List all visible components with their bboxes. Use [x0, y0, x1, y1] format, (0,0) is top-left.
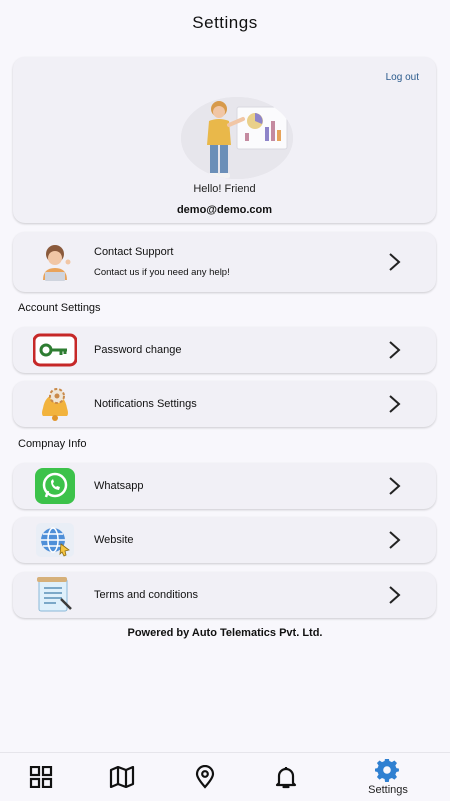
notifications-settings-item[interactable]: Notifications Settings — [13, 381, 436, 427]
whatsapp-icon — [33, 468, 77, 504]
company-info-heading: Compnay Info — [18, 438, 87, 450]
powered-by-text: Powered by Auto Telematics Pvt. Ltd. — [127, 627, 323, 639]
profile-illustration — [181, 97, 293, 179]
map-icon — [109, 766, 135, 788]
user-email: demo@demo.com — [176, 204, 273, 216]
nav-location[interactable] — [191, 753, 219, 801]
grid-icon — [29, 766, 53, 788]
whatsapp-item[interactable]: Whatsapp — [13, 463, 436, 509]
support-person-icon — [33, 244, 77, 281]
nav-dashboard[interactable] — [27, 753, 55, 801]
website-label: Website — [94, 534, 134, 546]
contact-support-item[interactable]: Contact Support Contact us if you need a… — [13, 232, 436, 292]
bottom-nav: Settings — [0, 752, 450, 801]
logout-link[interactable]: Log out — [386, 72, 419, 83]
nav-settings[interactable]: Settings — [360, 753, 416, 801]
key-icon — [33, 332, 77, 368]
website-item[interactable]: Website — [13, 517, 436, 563]
contact-support-sublabel: Contact us if you need any help! — [94, 267, 230, 278]
contact-support-label: Contact Support — [94, 246, 174, 258]
profile-card: Log out Hello! Friend demo@demo.com — [13, 57, 436, 223]
terms-label: Terms and conditions — [94, 589, 198, 601]
bell-gear-icon — [33, 386, 77, 422]
nav-notifications[interactable] — [272, 753, 300, 801]
chevron-right-icon — [389, 586, 401, 604]
terms-item[interactable]: Terms and conditions — [13, 572, 436, 618]
bell-icon — [275, 767, 297, 789]
document-icon — [33, 577, 77, 613]
chevron-right-icon — [389, 477, 401, 495]
chevron-right-icon — [389, 395, 401, 413]
gear-icon — [375, 758, 399, 782]
location-pin-icon — [195, 765, 215, 789]
greeting-text: Hello! Friend — [193, 183, 256, 195]
password-change-item[interactable]: Password change — [13, 327, 436, 373]
account-settings-heading: Account Settings — [18, 302, 101, 314]
password-change-label: Password change — [94, 344, 182, 356]
nav-map[interactable] — [108, 753, 136, 801]
whatsapp-label: Whatsapp — [94, 480, 144, 492]
chevron-right-icon — [389, 253, 401, 271]
page-title: Settings — [192, 13, 258, 32]
chevron-right-icon — [389, 341, 401, 359]
chevron-right-icon — [389, 531, 401, 549]
notifications-settings-label: Notifications Settings — [94, 398, 197, 410]
globe-icon — [33, 522, 77, 558]
nav-settings-label: Settings — [368, 783, 408, 796]
